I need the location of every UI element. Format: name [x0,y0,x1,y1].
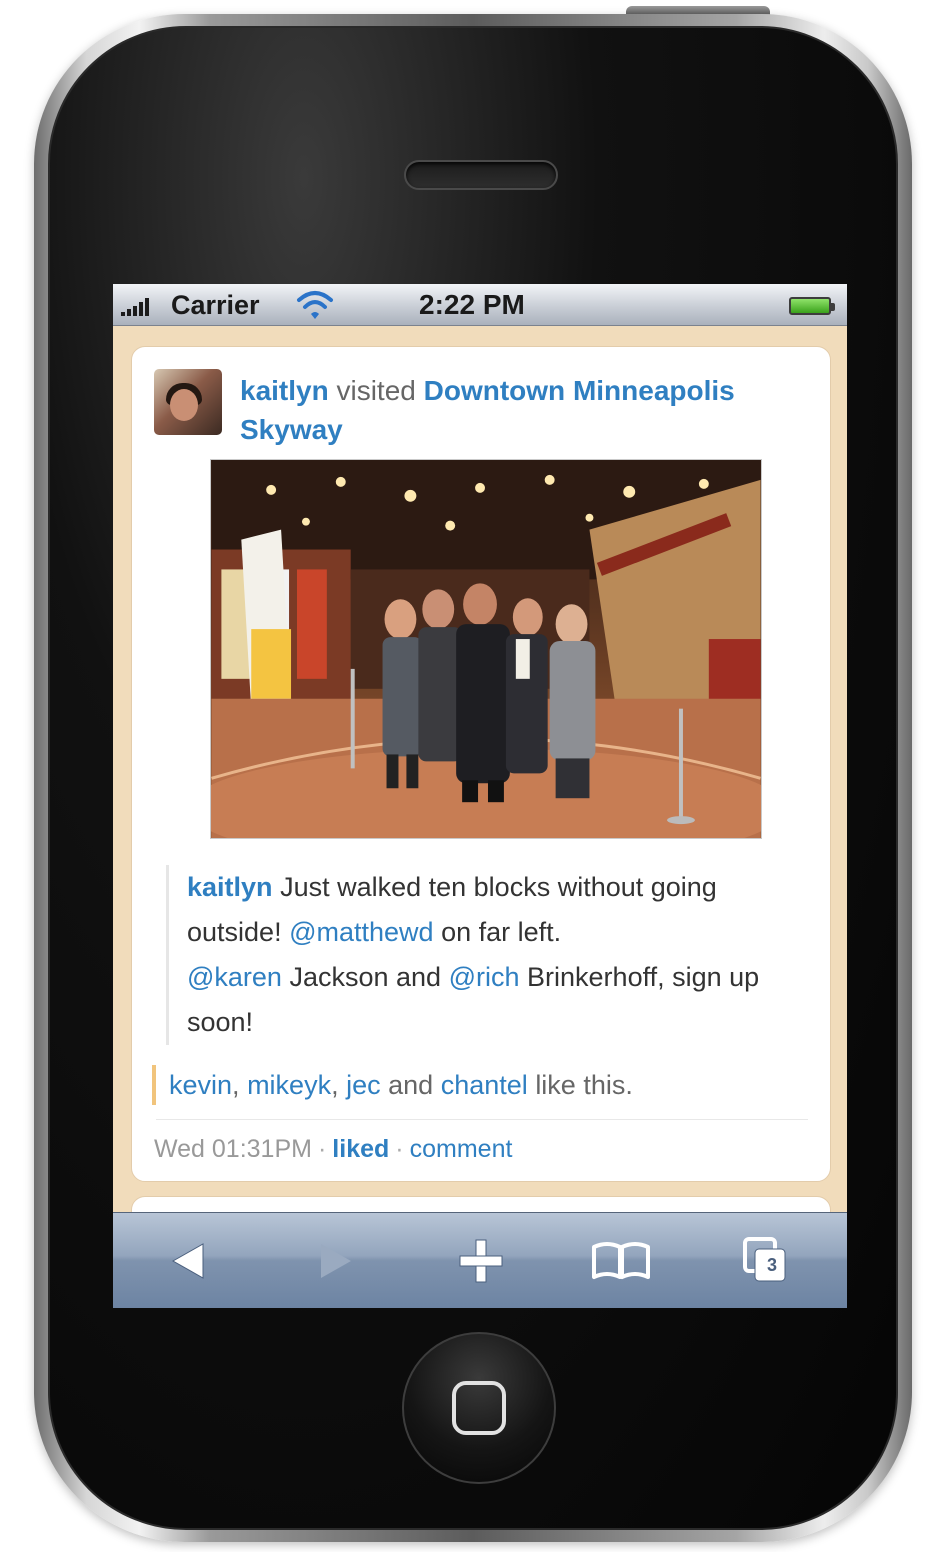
add-bookmark-button[interactable] [449,1229,513,1293]
comment-link[interactable]: comment [410,1135,513,1163]
signal-bars-icon [121,296,149,316]
liker-link[interactable]: chantel [441,1070,528,1100]
card-divider [156,1119,808,1120]
post-body: kaitlyn Just walked ten blocks without g… [166,865,806,1045]
bookmarks-button[interactable] [589,1229,653,1293]
likes-separator: , [232,1070,240,1100]
likes-and: and [388,1070,434,1100]
home-button[interactable] [402,1332,556,1484]
wifi-icon [297,291,333,319]
likes-separator: , [331,1070,339,1100]
post-photo[interactable] [210,459,762,839]
meta-separator: · [317,1135,327,1163]
phone-screen: Carrier 2:22 PM kaitlyn visited Downtown… [113,284,847,1308]
plus-icon [459,1239,503,1283]
liker-link[interactable]: kevin [169,1070,232,1100]
battery-icon [789,297,835,315]
feed-card: kaitlyn visited Downtown Minneapolis Sky… [131,346,831,1182]
pages-button[interactable]: 3 [733,1229,797,1293]
earpiece-speaker [404,160,558,190]
action-text: visited [336,375,416,406]
liked-link[interactable]: liked [332,1135,389,1163]
likes-suffix: like this. [535,1070,633,1100]
likes-summary: kevin, mikeyk, jec and chantel like this… [152,1065,812,1105]
back-button[interactable] [157,1229,221,1293]
post-meta: Wed 01:31PM · liked · comment [154,1131,512,1167]
post-text-part: Jackson and [289,962,442,992]
post-author-link[interactable]: kaitlyn [187,872,273,902]
liker-link[interactable]: jec [346,1070,381,1100]
status-bar: Carrier 2:22 PM [113,284,847,326]
browser-toolbar: 3 [113,1212,847,1308]
mention-link[interactable]: @karen [187,962,282,992]
forward-button[interactable] [303,1229,367,1293]
post-text-part: on far left. [441,917,562,947]
post-timestamp: Wed 01:31PM [154,1135,312,1163]
carrier-name: Carrier [171,290,260,320]
post-headline: kaitlyn visited Downtown Minneapolis Sky… [240,371,820,449]
pages-icon [743,1237,786,1282]
back-arrow-icon [171,1243,204,1279]
home-square-icon [452,1381,506,1435]
status-time: 2:22 PM [419,289,525,320]
mention-link[interactable]: @matthewd [289,917,433,947]
forward-arrow-icon [321,1244,351,1278]
bookmarks-book-icon [592,1242,650,1279]
user-link[interactable]: kaitlyn [240,375,329,406]
pages-count: 3 [767,1255,778,1275]
meta-separator: · [395,1135,404,1163]
mention-link[interactable]: @rich [449,962,520,992]
user-avatar[interactable] [154,369,222,435]
liker-link[interactable]: mikeyk [247,1070,331,1100]
